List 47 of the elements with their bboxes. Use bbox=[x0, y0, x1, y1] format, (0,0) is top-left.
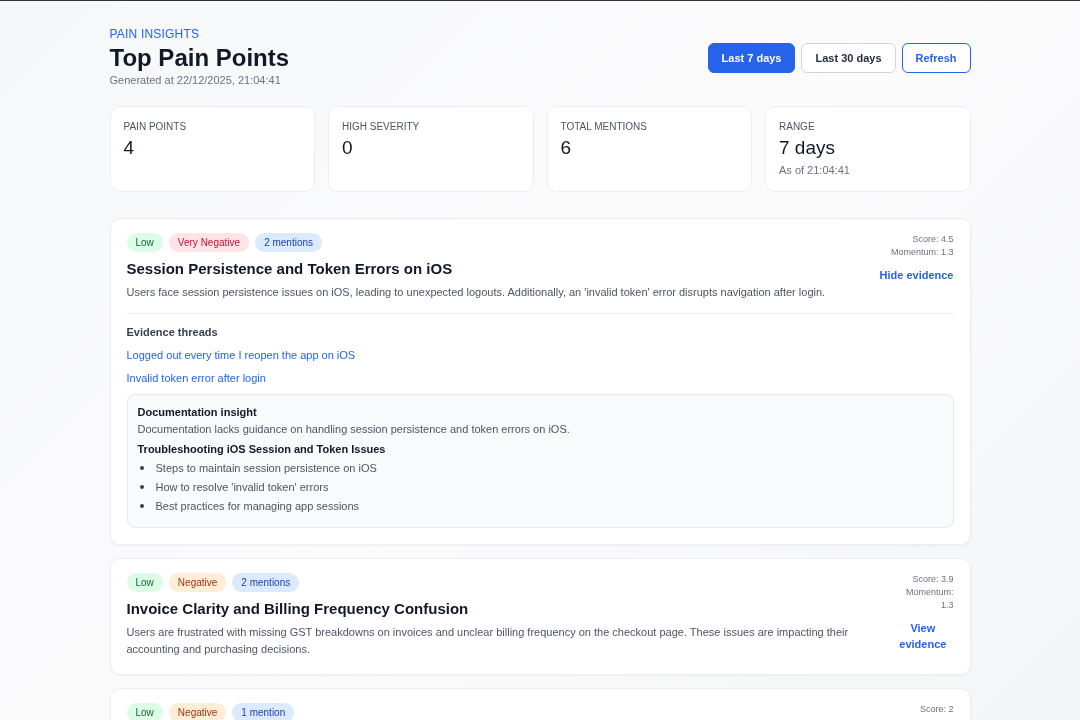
evidence-thread-link[interactable]: Logged out every time I reopen the app on iOS bbox=[126, 349, 954, 361]
generated-time: Generated at 22/12/2025, 21:04:41 bbox=[109, 74, 282, 86]
range-button[interactable]: Last 30 days bbox=[801, 43, 896, 73]
tag: Very Negative bbox=[168, 233, 250, 252]
stat-note: As of 21:04:41 bbox=[779, 164, 851, 176]
tag: Negative bbox=[168, 573, 227, 592]
pain-point-description: Users face session persistence issues on iOS, leading to unexpected logouts. Additionally, an 'invalid token' error disrupts navigation after login. bbox=[126, 285, 827, 300]
tag: Low bbox=[126, 233, 163, 252]
doc-title: Troubleshooting iOS Session and Token Issues bbox=[137, 443, 387, 455]
tag: 2 mentions bbox=[232, 573, 300, 592]
tag: Low bbox=[126, 703, 163, 720]
list-item-text: How to resolve 'invalid token' errors bbox=[155, 480, 329, 493]
stat-value: 0 bbox=[342, 137, 354, 159]
list-item-text: Best practices for managing app sessions bbox=[155, 499, 360, 512]
stat-value: 4 bbox=[123, 137, 136, 159]
momentum-text: Momentum: 1.3 bbox=[890, 246, 954, 259]
tag: Low bbox=[126, 573, 163, 592]
bullet-icon bbox=[139, 465, 144, 470]
refresh-button[interactable]: Refresh bbox=[901, 43, 971, 73]
bullet-icon bbox=[139, 484, 144, 489]
evidence-toggle-link[interactable]: Hide evidence bbox=[879, 267, 954, 283]
score-text: Score: 4.5 bbox=[912, 233, 954, 246]
score-text: Score: 3.9 bbox=[912, 573, 954, 586]
tag: Negative bbox=[168, 703, 227, 720]
stat-label: TOTAL MENTIONS bbox=[560, 121, 648, 132]
bullet-icon bbox=[139, 503, 144, 508]
pain-point-description: Users are frustrated with missing GST breakdowns on invoices and unclear billing frequency on the checkout page. These issues are impacting their accounting and purchasing decisions. bbox=[126, 625, 850, 657]
stat-value: 7 days bbox=[779, 137, 836, 159]
stat-label: HIGH SEVERITY bbox=[342, 121, 421, 132]
range-button[interactable]: Last 7 days bbox=[707, 43, 796, 73]
tag: 1 mention bbox=[232, 703, 295, 720]
insight-heading: Documentation insight bbox=[137, 406, 258, 418]
insight-text: Documentation lacks guidance on handling session persistence and token errors on iOS. bbox=[137, 423, 571, 435]
list-item-text: Steps to maintain session persistence on iOS bbox=[155, 461, 377, 474]
stat-label: RANGE bbox=[779, 121, 816, 132]
page-title: Top Pain Points bbox=[109, 44, 290, 72]
pain-point-title: Session Persistence and Token Errors on iOS bbox=[126, 260, 454, 277]
momentum-text: Momentum: 1.3 bbox=[905, 586, 954, 612]
stat-label: PAIN POINTS bbox=[123, 121, 188, 132]
section-label: PAIN INSIGHTS bbox=[109, 27, 201, 41]
evidence-thread-link[interactable]: Invalid token error after login bbox=[126, 372, 954, 384]
score-text: Score: 2 bbox=[919, 703, 954, 716]
tag: 2 mentions bbox=[255, 233, 323, 252]
evidence-heading: Evidence threads bbox=[126, 326, 219, 338]
pain-point-title: Invoice Clarity and Billing Frequency Confusion bbox=[126, 600, 470, 617]
evidence-toggle-link[interactable]: View evidence bbox=[892, 620, 954, 652]
stat-value: 6 bbox=[560, 137, 573, 159]
